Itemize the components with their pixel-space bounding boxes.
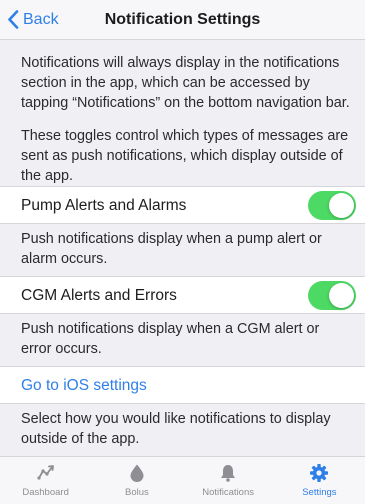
tab-label: Notifications [202, 487, 254, 498]
navigation-bar: Back Notification Settings [0, 0, 365, 40]
cgm-alerts-note: Push notifications display when a CGM al… [21, 321, 320, 357]
toggle-knob [329, 193, 354, 218]
trend-icon [37, 465, 54, 480]
intro-paragraph-2: These toggles control which types of mes… [21, 128, 349, 184]
page-title: Notification Settings [104, 11, 261, 28]
cgm-alerts-toggle[interactable] [308, 281, 356, 310]
tab-label: Dashboard [22, 487, 69, 498]
pump-alerts-note: Push notifications display when a pump a… [21, 231, 322, 267]
ios-settings-link[interactable]: Go to iOS settings [21, 377, 147, 395]
cgm-alerts-row: CGM Alerts and Errors [0, 276, 365, 314]
tab-bolus[interactable]: Bolus [91, 457, 182, 504]
tab-label: Bolus [124, 487, 149, 498]
intro-text: Notifications will always display in the… [21, 53, 351, 199]
tab-dashboard[interactable]: Dashboard [0, 457, 91, 504]
intro-paragraph-1: Notifications will always display in the… [21, 55, 350, 111]
bell-icon [221, 465, 236, 482]
drop-icon [130, 464, 144, 482]
tab-settings[interactable]: Settings [274, 457, 365, 504]
pump-alerts-label: Pump Alerts and Alarms [21, 197, 187, 214]
pump-alerts-row: Pump Alerts and Alarms [0, 186, 365, 224]
toggle-knob [329, 283, 354, 308]
tab-bar: Dashboard Bolus Notifications Settings [0, 456, 365, 504]
tab-notifications[interactable]: Notifications [183, 457, 274, 504]
ios-settings-note: Select how you would like notifications … [21, 411, 331, 447]
cgm-alerts-label: CGM Alerts and Errors [21, 287, 177, 304]
tab-label: Settings [302, 487, 337, 498]
gear-icon [310, 464, 329, 482]
ios-settings-row[interactable]: Go to iOS settings [0, 366, 365, 404]
pump-alerts-toggle[interactable] [308, 191, 356, 220]
